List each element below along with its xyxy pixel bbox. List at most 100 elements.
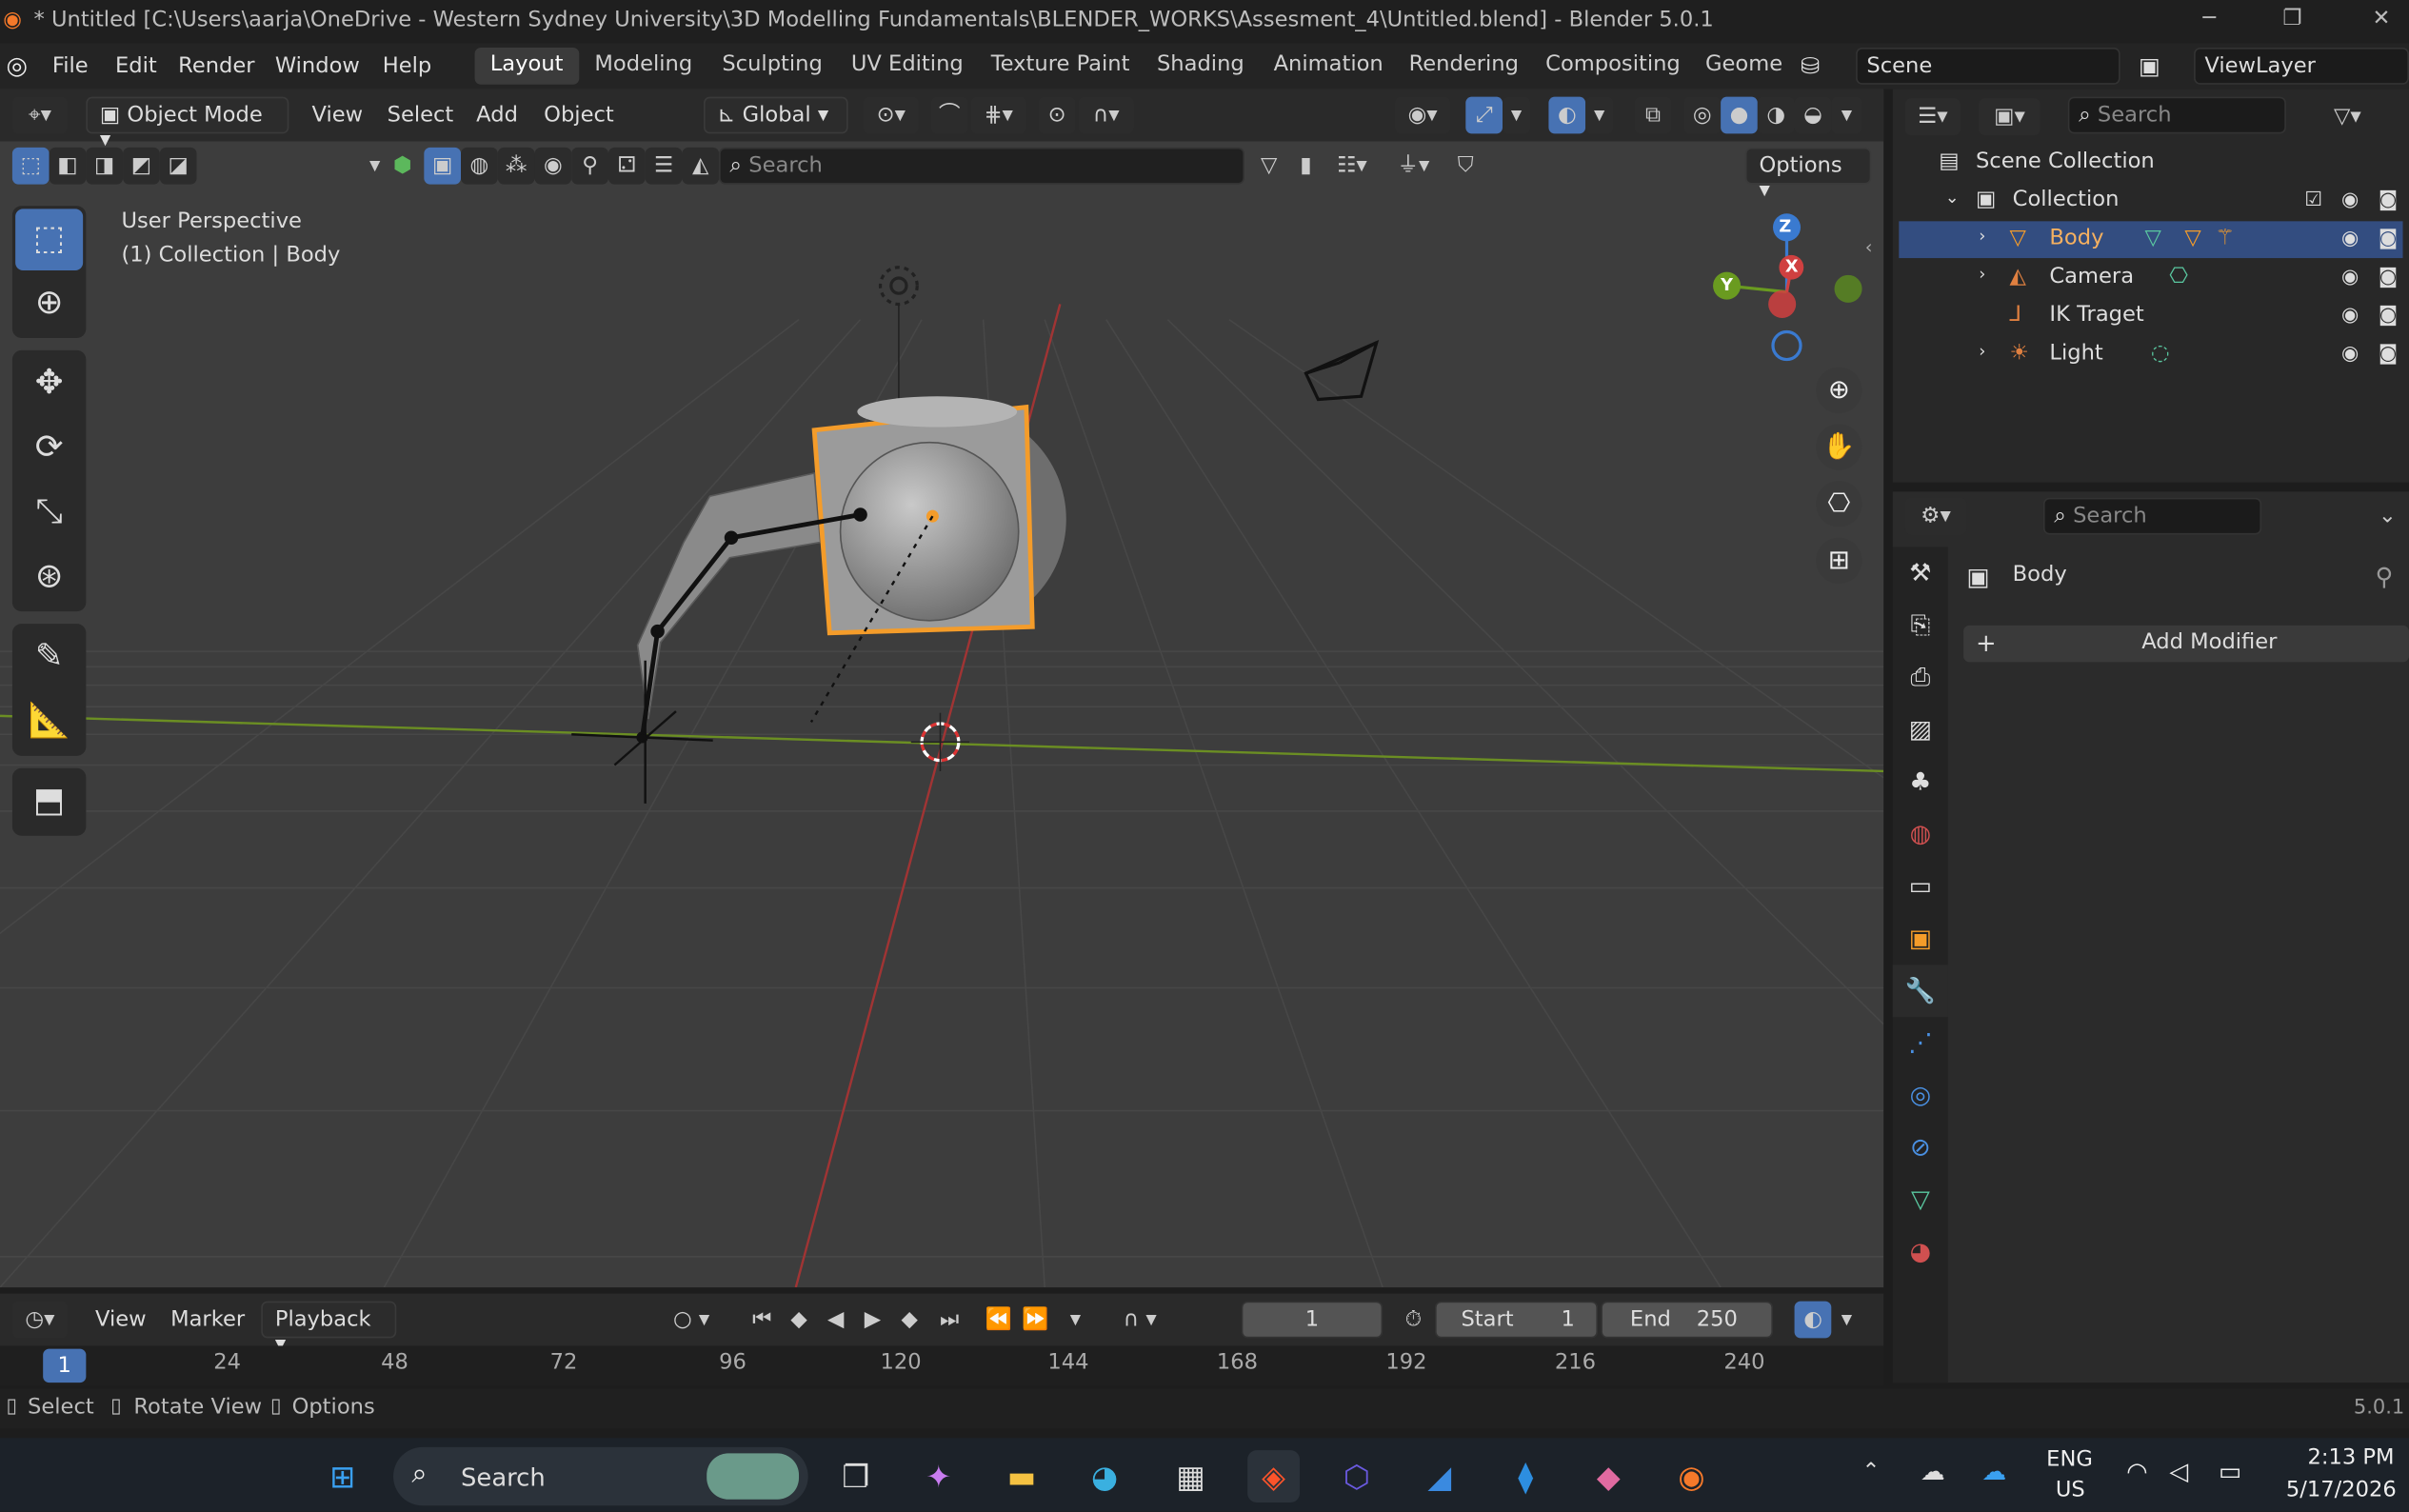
add-modifier-button[interactable]: + Add Modifier	[1963, 625, 2409, 663]
outliner-editor-icon[interactable]: ☰▾	[1904, 98, 1961, 135]
tab-texture-paint[interactable]: Texture Paint	[976, 48, 1145, 85]
playback-dropdown[interactable]: Playback ▾	[261, 1301, 397, 1357]
collapse-arrow-icon[interactable]: ⌄	[1945, 188, 1960, 208]
world-tab-icon[interactable]: ◍	[1893, 808, 1948, 861]
menu-help[interactable]: Help	[383, 53, 432, 78]
blender-taskbar-icon[interactable]: ◉	[1665, 1450, 1718, 1502]
constraints-tab-icon[interactable]: ⊘	[1893, 1122, 1948, 1174]
select-invert-icon[interactable]: ◩	[123, 147, 160, 185]
jump-end-icon[interactable]: ⏭	[931, 1302, 968, 1339]
outliner-filter-icon[interactable]: ▽▾	[2317, 98, 2379, 135]
3d-viewport[interactable]: ⌖▾ ▣ Object Mode ▾ View Select Add Objec…	[0, 89, 1884, 1288]
onedrive-icon[interactable]: ☁	[1981, 1457, 2006, 1486]
checkbox-icon[interactable]: ☑	[2304, 189, 2322, 211]
prev-frame-icon[interactable]: ⏪	[980, 1302, 1017, 1339]
task-view-icon[interactable]: ❐	[829, 1450, 882, 1502]
shield-icon[interactable]: ⛉	[1447, 148, 1484, 185]
scale-tool-icon[interactable]: ⤡	[15, 483, 83, 545]
gizmo-dropdown-icon[interactable]: ▾	[1503, 96, 1531, 134]
pin-icon[interactable]: ⚲	[2375, 563, 2393, 592]
properties-editor-icon[interactable]: ⚙▾	[1904, 497, 1967, 535]
camera-render-icon[interactable]: ◙	[2379, 189, 2398, 211]
properties-search-input[interactable]: ⌕ Search	[2042, 497, 2262, 535]
scene-tab-icon[interactable]: ♣	[1893, 756, 1948, 808]
shading-dropdown-icon[interactable]: ▾	[1831, 96, 1862, 134]
menu-window[interactable]: Window	[275, 53, 360, 78]
rotate-tool-icon[interactable]: ⟳	[15, 418, 83, 480]
timeline-editor-icon[interactable]: ◷▾	[11, 1301, 68, 1339]
material-tab-icon[interactable]: ◕	[1893, 1226, 1948, 1279]
tab-compositing[interactable]: Compositing	[1530, 48, 1696, 85]
eye-icon[interactable]: ◉	[2341, 343, 2359, 366]
sort-icon[interactable]: ☷▾	[1324, 148, 1380, 185]
tab-geometry-nodes[interactable]: Geome	[1690, 48, 1782, 85]
light-object[interactable]	[878, 266, 919, 307]
speaker-icon[interactable]: ◁	[2169, 1457, 2188, 1486]
clock-date[interactable]: 5/17/2026	[2286, 1478, 2397, 1502]
color-filter-icon[interactable]: ⬢	[384, 148, 421, 185]
filter-icon[interactable]: ⏚▾	[1385, 148, 1441, 185]
modifier-tab-icon[interactable]: 🔧	[1892, 965, 1948, 1018]
solid-shading-icon[interactable]: ●	[1721, 96, 1758, 134]
tab-sculpting[interactable]: Sculpting	[707, 48, 838, 85]
arm-mesh[interactable]	[636, 471, 822, 720]
expand-arrow-icon[interactable]: ›	[1979, 265, 1985, 285]
taskbar-search-box[interactable]: ⌕ Search	[393, 1446, 808, 1506]
keying-icon[interactable]: ○ ▾	[658, 1302, 726, 1339]
expand-arrow-icon[interactable]: ›	[1979, 226, 1985, 246]
particles-tab-icon[interactable]: ⋰	[1893, 1017, 1948, 1069]
camera-render-icon[interactable]: ◙	[2379, 228, 2398, 250]
minimize-icon[interactable]: ─	[2194, 6, 2224, 36]
gizmo-toggle-icon[interactable]: ⤢	[1465, 96, 1503, 134]
display-mode-icon[interactable]: ▣▾	[1979, 98, 2041, 135]
menu-render[interactable]: Render	[178, 53, 254, 78]
tab-animation[interactable]: Animation	[1258, 48, 1398, 85]
viewport-menu-select[interactable]: Select	[388, 103, 454, 128]
tab-rendering[interactable]: Rendering	[1393, 48, 1534, 85]
object-tab-icon[interactable]: ▣	[1893, 912, 1948, 965]
edge-icon[interactable]: ◕	[1079, 1450, 1131, 1502]
windows-start-icon[interactable]: ⊞	[316, 1450, 368, 1502]
close-icon[interactable]: ✕	[2366, 6, 2397, 36]
language-bottom[interactable]: US	[2056, 1478, 2085, 1502]
prev-keyframe-icon[interactable]: ◆	[781, 1302, 818, 1339]
app-diamond-icon[interactable]: ◆	[1583, 1450, 1635, 1502]
camera-view-icon[interactable]: ⎔	[1816, 481, 1862, 527]
camera-filter-icon[interactable]: ◭	[682, 147, 720, 185]
overlays-toggle-icon[interactable]: ◐	[1548, 96, 1586, 134]
tab-layout[interactable]: Layout	[474, 48, 579, 85]
camera-render-icon[interactable]: ◙	[2379, 304, 2398, 327]
onedrive-error-icon[interactable]: ☁	[1921, 1457, 1945, 1486]
view-layer-selector[interactable]: ViewLayer	[2194, 48, 2409, 85]
funnel-icon[interactable]: ▽	[1250, 148, 1287, 185]
language-top[interactable]: ENG	[2046, 1447, 2093, 1472]
camera-render-icon[interactable]: ◙	[2379, 266, 2398, 288]
eye-icon[interactable]: ◉	[2341, 228, 2359, 250]
3d-cursor[interactable]	[910, 712, 970, 771]
bookmark-icon[interactable]: ▮	[1287, 148, 1324, 185]
world-filter-icon[interactable]: ◉	[534, 147, 572, 185]
outliner-collection-row[interactable]: ⌄ ▣ Collection ☑ ◉ ◙	[1899, 183, 2402, 220]
collection-tab-icon[interactable]: ▭	[1893, 861, 1948, 913]
overlays-dropdown-icon[interactable]: ▾	[1585, 96, 1614, 134]
proportional-edit-icon[interactable]: ⊙	[1038, 96, 1076, 134]
snap-icon[interactable]: ⌒	[930, 96, 968, 134]
tool-tab-icon[interactable]: ⚒	[1893, 547, 1948, 599]
snap-target-icon[interactable]: ⋕▾	[970, 96, 1026, 134]
end-frame-field[interactable]: End 250	[1601, 1301, 1773, 1339]
light-filter-icon[interactable]: ☰	[645, 147, 683, 185]
scene-icon[interactable]: ⛁	[1801, 52, 1820, 80]
rendered-shading-icon[interactable]: ◒	[1794, 96, 1832, 134]
empty-filter-icon[interactable]: ⚁	[607, 147, 646, 185]
object-filter-icon[interactable]: ▣	[424, 147, 462, 185]
eye-icon[interactable]: ◉	[2341, 304, 2359, 327]
sync-dropdown-icon[interactable]: ▾	[1831, 1302, 1862, 1339]
file-explorer-icon[interactable]: ▬	[996, 1450, 1048, 1502]
select-intersect-icon[interactable]: ◪	[159, 147, 197, 185]
viewport-search-input[interactable]: ⌕ Search	[719, 147, 1244, 185]
material-shading-icon[interactable]: ◑	[1757, 96, 1795, 134]
tab-uv-editing[interactable]: UV Editing	[836, 48, 979, 85]
clock-time[interactable]: 2:13 PM	[2307, 1445, 2394, 1470]
visibility-icon[interactable]: ◉▾	[1395, 96, 1451, 134]
render-tab-icon[interactable]: ⎘	[1893, 599, 1948, 651]
